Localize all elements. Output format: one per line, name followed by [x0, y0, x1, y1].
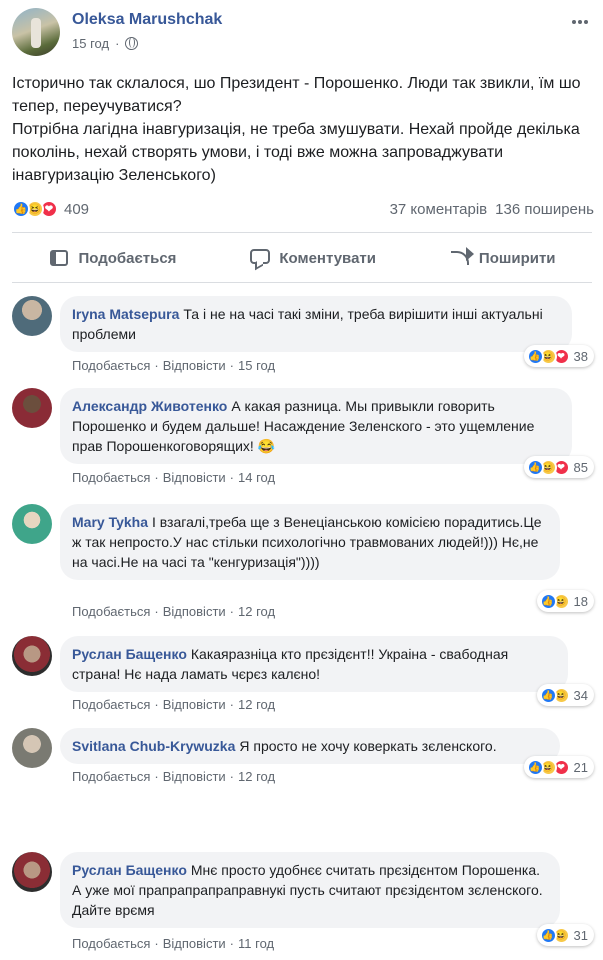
commenter-name[interactable]: Mary Tykha [72, 514, 148, 530]
reactions-summary: 👍 😆 ❤ 409 37 коментарів 136 поширень [12, 197, 594, 221]
comment-bubble: Mary Tykha І взагалі,треба ще з Венеціанс… [60, 504, 560, 580]
post-text-line: Потрібна лагідна інавгуризація, не треба… [12, 121, 580, 184]
comment-like-link[interactable]: Подобається [72, 769, 150, 784]
post-meta: 15 год · [72, 36, 139, 51]
globe-icon [125, 37, 139, 50]
like-label: Подобається [78, 249, 177, 267]
commenter-name[interactable]: Iryna Matsepura [72, 306, 179, 322]
comment-like-link[interactable]: Подобається [72, 470, 150, 485]
comment-time[interactable]: 12 год [238, 604, 275, 619]
comment-time[interactable]: 12 год [238, 769, 275, 784]
post-actions: Подобається Коментувати Поширити [12, 240, 592, 276]
commenter-name[interactable]: Руслан Бащенко [72, 646, 187, 662]
like-reaction-icon: 👍 [539, 686, 557, 704]
post-text: Історично так склалося, шо Президент - П… [12, 72, 592, 187]
avatar[interactable] [12, 852, 52, 892]
avatar[interactable] [12, 8, 60, 56]
post-header: Oleksa Marushchak 15 год · [12, 8, 592, 58]
divider [12, 282, 592, 283]
comment-reaction-count: 34 [573, 687, 588, 703]
comment-reaction-count: 38 [573, 348, 588, 364]
like-reaction-icon: 👍 [526, 458, 544, 476]
comment-meta: Подобається · Відповісти · 12 год [72, 769, 276, 784]
avatar[interactable] [12, 728, 52, 768]
comment-time[interactable]: 11 год [238, 936, 274, 951]
thumbs-up-icon [48, 248, 70, 268]
comment-like-link[interactable]: Подобається [72, 936, 150, 951]
avatar[interactable] [12, 388, 52, 428]
comment-reply-link[interactable]: Відповісти [163, 470, 226, 485]
comment-item: Руслан Бащенко Какаяразніца кто прєзідєнт… [12, 636, 594, 716]
comment-meta: Подобається · Відповісти · 12 год [72, 697, 276, 712]
avatar[interactable] [12, 636, 52, 676]
share-label: Поширити [478, 249, 556, 267]
comment-icon [249, 248, 271, 268]
comment-meta: Подобається · Відповісти · 15 год [72, 358, 276, 373]
comment-reactions[interactable]: 👍 😆 ❤ 21 [523, 756, 594, 778]
commenter-name[interactable]: Руслан Бащенко [72, 862, 187, 878]
comment-reactions[interactable]: 👍 😆 34 [536, 684, 594, 706]
comment-meta: Подобається · Відповісти · 14 год [72, 470, 276, 485]
comment-reply-link[interactable]: Відповісти [163, 769, 226, 784]
comment-bubble: Руслан Бащенко Мнє просто удобнєє считать… [60, 852, 560, 928]
like-reaction-icon: 👍 [526, 758, 544, 776]
like-reaction-icon: 👍 [12, 200, 30, 218]
comment-reply-link[interactable]: Відповісти [163, 697, 226, 712]
comment-reply-link[interactable]: Відповісти [163, 936, 226, 951]
comment-time[interactable]: 15 год [238, 358, 275, 373]
comment-time[interactable]: 14 год [238, 470, 275, 485]
author-name[interactable]: Oleksa Marushchak [72, 11, 222, 29]
comment-reply-link[interactable]: Відповісти [163, 358, 226, 373]
like-reaction-icon: 👍 [539, 592, 557, 610]
share-button[interactable]: Поширити [449, 247, 556, 268]
reaction-count[interactable]: 409 [64, 201, 89, 218]
comment-reaction-count: 31 [573, 927, 588, 943]
comment-text: Я просто не хочу коверкать зєленского. [239, 738, 497, 754]
reaction-icons[interactable]: 👍 😆 ❤ [12, 200, 58, 218]
like-reaction-icon: 👍 [526, 347, 544, 365]
comment-like-link[interactable]: Подобається [72, 604, 150, 619]
comment-bubble: Iryna Matsepura Та і не на часі такі змін… [60, 296, 572, 352]
comment-bubble: Svitlana Chub-Krywuzka Я просто не хочу к… [60, 728, 560, 764]
comment-reactions[interactable]: 👍 😆 ❤ 38 [523, 345, 594, 367]
comment-bubble: Руслан Бащенко Какаяразніца кто прєзідєнт… [60, 636, 568, 692]
comment-reaction-count: 18 [573, 593, 588, 609]
divider [12, 232, 592, 233]
post-text-line: Історично так склалося, шо Президент - П… [12, 75, 581, 115]
more-options-icon[interactable] [570, 12, 590, 32]
like-reaction-icon: 👍 [539, 926, 557, 944]
engagement-counts: 37 коментарів 136 поширень [390, 201, 594, 218]
commenter-name[interactable]: Александр Животенко [72, 398, 227, 414]
comment-reply-link[interactable]: Відповісти [163, 604, 226, 619]
comment-reactions[interactable]: 👍 😆 31 [536, 924, 594, 946]
comment-item: Svitlana Chub-Krywuzka Я просто не хочу к… [12, 728, 594, 788]
post-time[interactable]: 15 год [72, 36, 109, 51]
shares-count[interactable]: 136 поширень [495, 201, 594, 218]
commenter-name[interactable]: Svitlana Chub-Krywuzka [72, 738, 235, 754]
share-icon [449, 247, 474, 268]
avatar[interactable] [12, 296, 52, 336]
avatar[interactable] [12, 504, 52, 544]
comment-like-link[interactable]: Подобається [72, 697, 150, 712]
comment-reaction-count: 21 [573, 759, 588, 775]
comments-count[interactable]: 37 коментарів [390, 201, 488, 218]
comment-meta: Подобається · Відповісти · 11 год [72, 936, 275, 951]
comment-time[interactable]: 12 год [238, 697, 275, 712]
comment-item: Iryna Matsepura Та і не на часі такі змін… [12, 296, 594, 376]
comment-reaction-count: 85 [573, 459, 588, 475]
comment-button[interactable]: Коментувати [249, 248, 376, 268]
comment-bubble: Александр Животенко А какая разница. Мы п… [60, 388, 572, 464]
comment-label: Коментувати [279, 249, 376, 267]
comment-item: Mary Tykha І взагалі,треба ще з Венеціанс… [12, 504, 594, 620]
comment-meta: Подобається · Відповісти · 12 год [72, 604, 276, 619]
like-button[interactable]: Подобається [48, 248, 176, 268]
comment-like-link[interactable]: Подобається [72, 358, 150, 373]
comment-reactions[interactable]: 👍 😆 ❤ 85 [523, 456, 594, 478]
meta-separator: · [115, 36, 120, 51]
comment-item: Руслан Бащенко Мнє просто удобнєє считать… [12, 852, 594, 952]
comment-reactions[interactable]: 👍 😆 18 [536, 590, 594, 612]
comment-item: Александр Животенко А какая разница. Мы п… [12, 388, 594, 488]
